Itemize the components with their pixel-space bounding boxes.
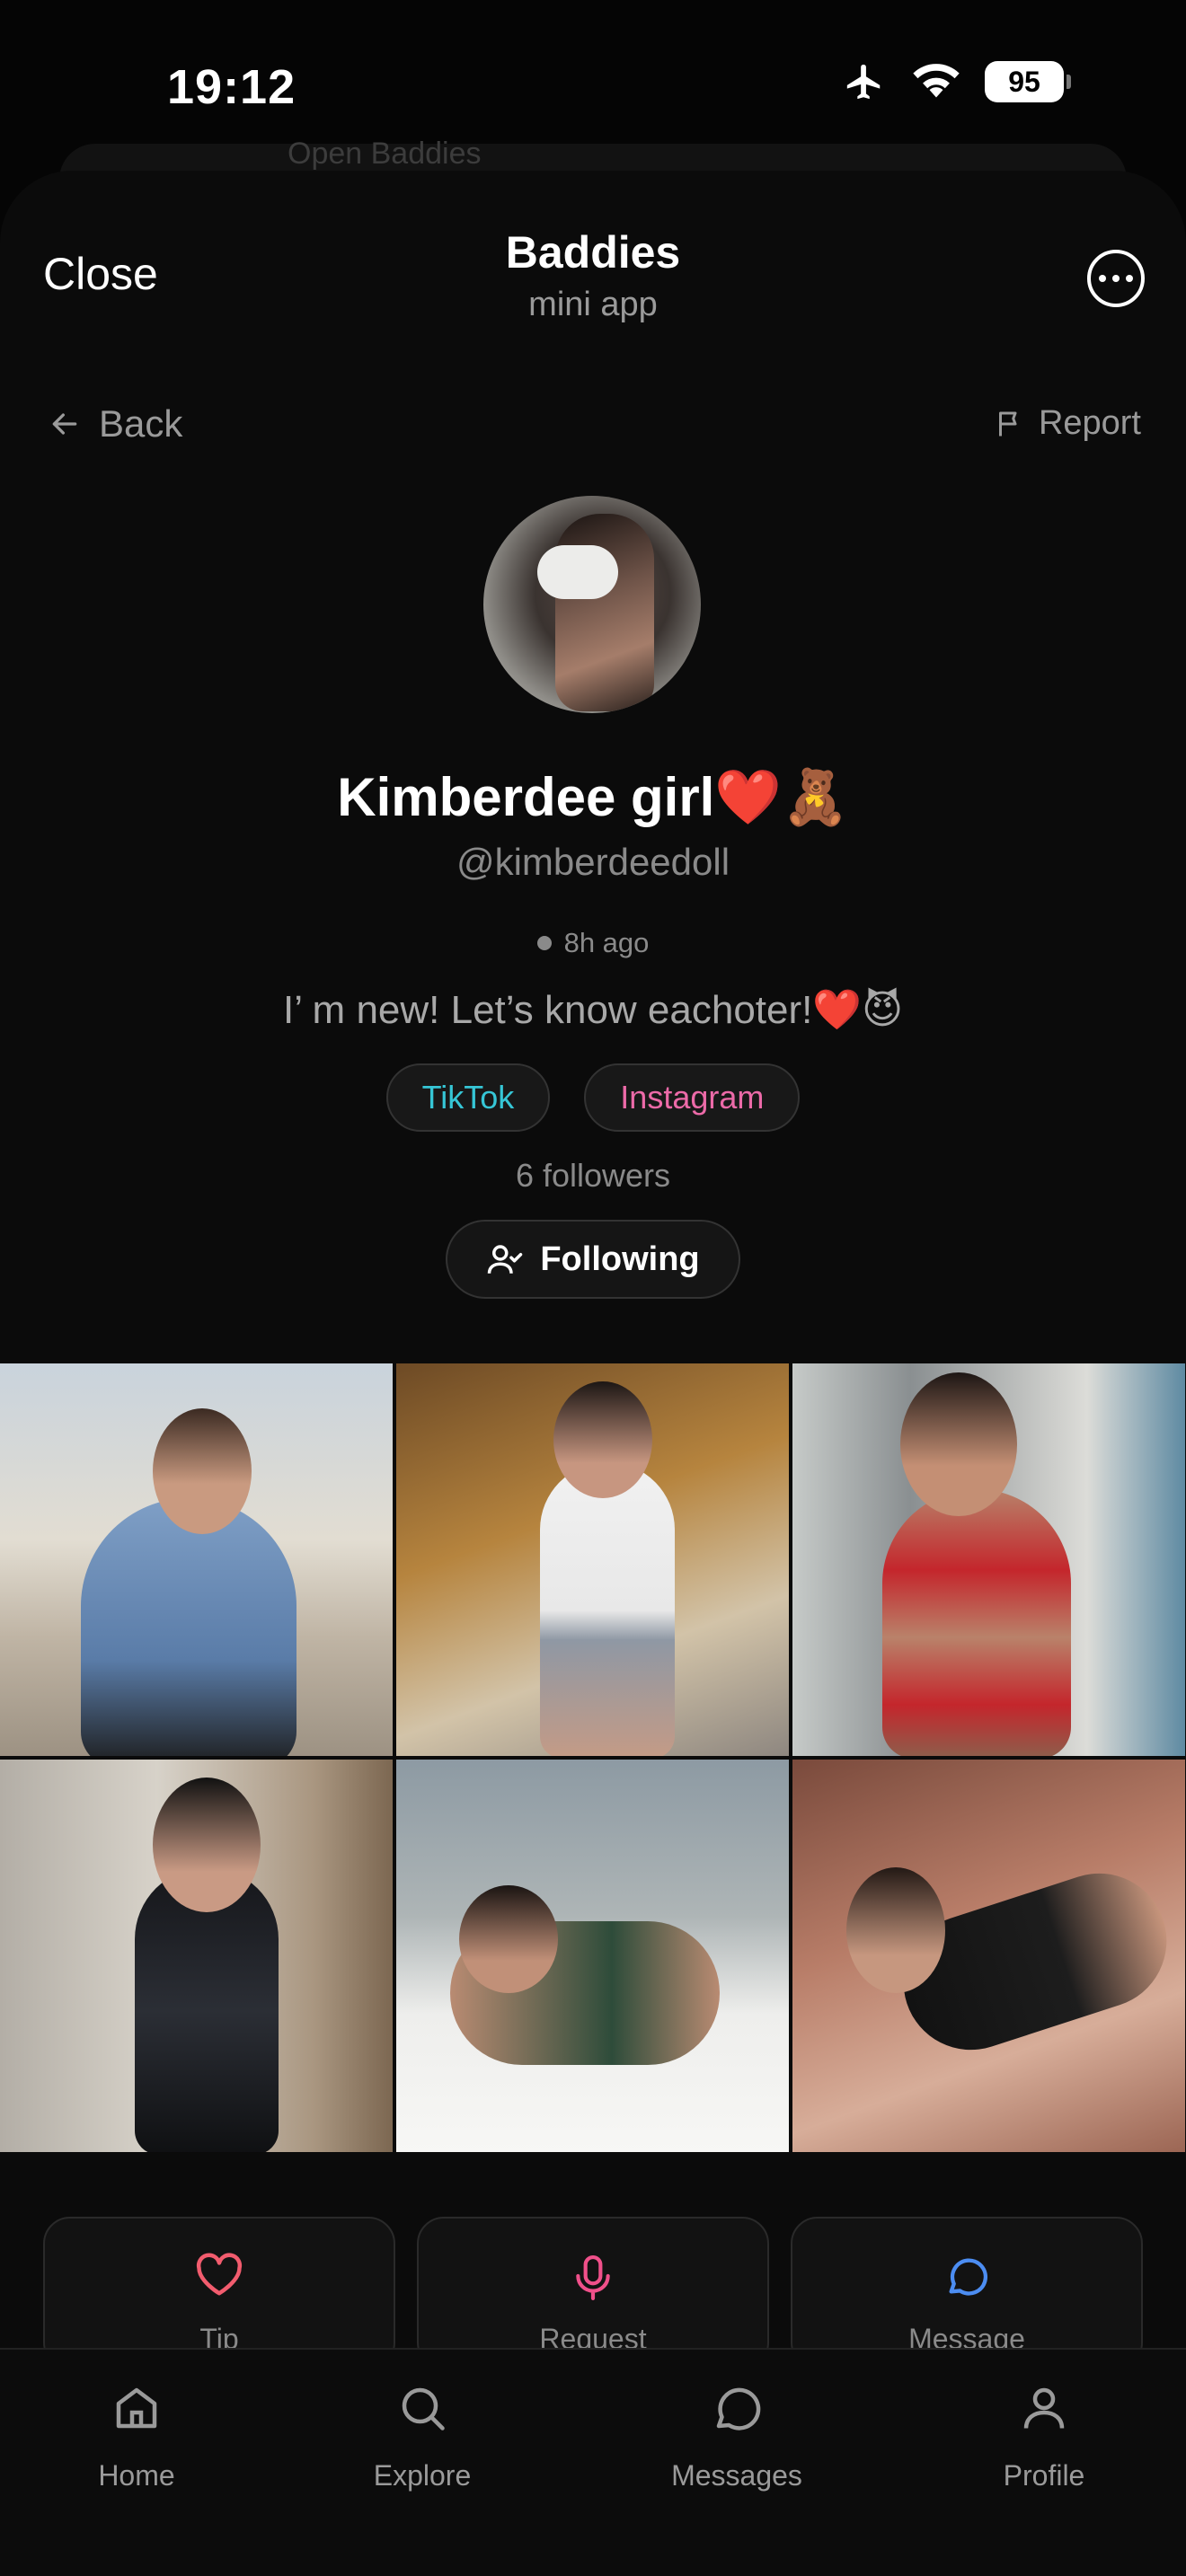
report-label: Report <box>1038 404 1141 442</box>
avatar[interactable] <box>483 496 701 713</box>
post-tile[interactable] <box>396 1363 789 1756</box>
status-dot <box>536 936 552 950</box>
last-seen: 8h ago <box>0 927 1186 959</box>
mini-app-sheet: Close Baddies mini app Back Report Kimbe… <box>0 171 1186 2576</box>
post-tile[interactable] <box>396 1760 789 2152</box>
tab-messages[interactable]: Messages <box>629 2377 845 2492</box>
tab-profile-label: Profile <box>1003 2459 1085 2492</box>
search-icon <box>402 2387 445 2430</box>
post-grid <box>0 1363 1186 2152</box>
post-tile[interactable] <box>0 1363 393 1756</box>
tab-profile[interactable]: Profile <box>936 2377 1152 2492</box>
avatar-figure <box>555 514 654 711</box>
chat-bubble-icon <box>949 2258 988 2296</box>
microphone-icon <box>576 2255 610 2300</box>
following-label: Following <box>540 1239 700 1278</box>
battery-level: 95 <box>985 61 1064 102</box>
tiktok-link[interactable]: TikTok <box>385 1063 551 1132</box>
post-tile[interactable] <box>792 1363 1185 1756</box>
more-icon[interactable] <box>1087 250 1145 307</box>
post-tile[interactable] <box>0 1760 393 2152</box>
mini-app-subtitle: mini app <box>528 286 658 323</box>
battery-tip <box>1067 75 1071 89</box>
back-button[interactable]: Back <box>47 402 182 446</box>
user-check-icon <box>488 1245 523 1274</box>
tab-explore-label: Explore <box>373 2459 472 2492</box>
follower-count[interactable]: 6 followers <box>0 1157 1186 1195</box>
status-icons: 95 <box>841 61 1071 102</box>
tab-home-label: Home <box>98 2459 175 2492</box>
mini-app-header: Close Baddies mini app <box>0 171 1186 350</box>
message-button[interactable]: Message <box>791 2217 1143 2369</box>
post-tile[interactable] <box>792 1760 1185 2152</box>
wifi-icon <box>913 64 960 98</box>
last-seen-text: 8h ago <box>563 927 650 958</box>
request-button[interactable]: Request <box>417 2217 769 2369</box>
tip-button[interactable]: Tip <box>43 2217 395 2369</box>
arrow-left-icon <box>52 413 77 435</box>
chat-icon <box>716 2387 761 2430</box>
battery-indicator: 95 <box>985 61 1071 102</box>
flag-icon <box>998 411 1017 436</box>
user-icon <box>1023 2387 1065 2429</box>
mini-app-title: Baddies <box>505 227 681 278</box>
home-icon <box>116 2387 157 2429</box>
airplane-icon <box>846 64 881 100</box>
tab-explore[interactable]: Explore <box>314 2377 530 2492</box>
status-time: 19:12 <box>167 60 296 114</box>
social-links: TikTok Instagram <box>0 1063 1186 1132</box>
back-label: Back <box>99 402 183 445</box>
heart-icon <box>196 2253 243 2296</box>
profile-handle: @kimberdeedoll <box>456 841 730 883</box>
tab-bar: Home Explore Messages Profile <box>0 2348 1186 2576</box>
instagram-link[interactable]: Instagram <box>584 1063 801 1132</box>
profile-bio: I’ m new! Let’s know eachoter!❤️😈 <box>282 988 904 1032</box>
following-button[interactable]: Following <box>446 1220 740 1299</box>
background-sheet-label: Open Baddies <box>288 137 482 171</box>
report-button[interactable]: Report <box>994 404 1141 443</box>
avatar-top <box>537 545 618 599</box>
profile-name: Kimberdee girl❤️🧸 <box>337 767 849 827</box>
tab-messages-label: Messages <box>671 2459 802 2492</box>
tab-home[interactable]: Home <box>29 2377 244 2492</box>
